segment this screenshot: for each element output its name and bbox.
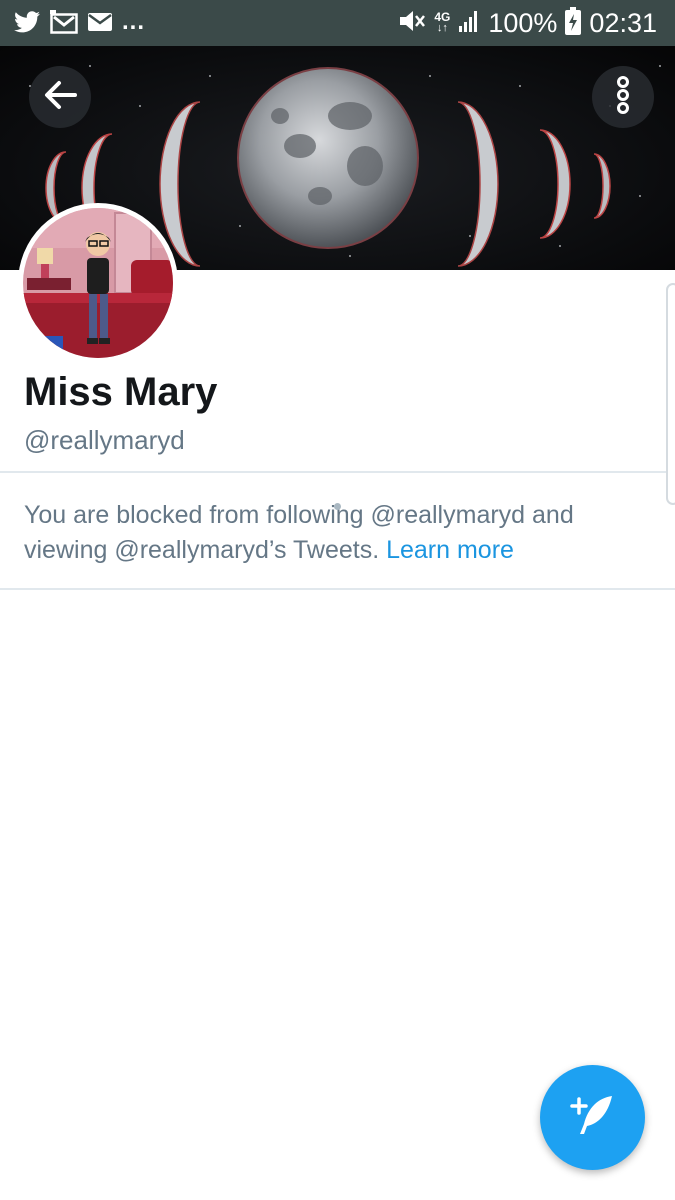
more-notifications: ... <box>122 8 146 35</box>
system-icons: 4G ↓↑ 100% 02:31 <box>398 6 657 40</box>
twitter-icon <box>14 10 40 38</box>
back-button[interactable] <box>29 66 91 128</box>
avatar[interactable] <box>18 203 178 363</box>
more-vertical-icon <box>615 75 631 120</box>
compose-tweet-button[interactable] <box>540 1065 645 1170</box>
divider <box>0 471 675 473</box>
touch-indicator-dot <box>334 503 341 510</box>
profile-handle: @reallymaryd <box>24 425 185 455</box>
clock: 02:31 <box>589 8 657 38</box>
arrow-left-icon <box>43 80 77 115</box>
divider <box>0 588 675 590</box>
profile-name: Miss Mary <box>24 370 218 414</box>
mute-icon <box>398 8 426 39</box>
edge-panel-handle[interactable] <box>666 283 675 505</box>
status-bar: ... 4G ↓↑ 100% 02:31 <box>0 0 675 46</box>
battery-charging-icon <box>565 6 582 40</box>
learn-more-link[interactable]: Learn more <box>386 536 514 564</box>
more-options-button[interactable] <box>592 66 654 128</box>
signal-icon <box>458 9 480 38</box>
compose-tweet-icon <box>568 1090 618 1145</box>
notification-icons: ... <box>14 9 145 39</box>
email-icon <box>88 12 112 37</box>
network-4g-icon: 4G ↓↑ <box>434 10 451 34</box>
battery-percent: 100% <box>488 8 558 38</box>
avatar-image <box>23 208 173 358</box>
gmail-icon <box>50 9 78 39</box>
